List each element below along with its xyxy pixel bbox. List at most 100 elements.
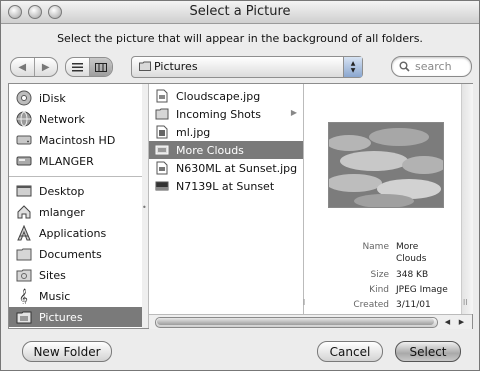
dialog-prompt: Select the picture that will appear in t… <box>57 32 423 45</box>
idisk-icon <box>16 90 32 106</box>
meta-size-value: 348 KB <box>396 270 429 280</box>
meta-size-label: Size <box>370 270 389 280</box>
window-title: Select a Picture <box>189 4 291 19</box>
sidebar-item-mlanger-home[interactable]: mlanger <box>9 202 142 222</box>
desktop-icon <box>16 185 32 197</box>
sidebar-item-label: Desktop <box>39 184 85 198</box>
sidebar-item-label: iDisk <box>39 91 66 105</box>
search-field[interactable]: search <box>391 56 472 77</box>
file-name: N630ML at Sunset.jpg <box>176 161 298 175</box>
file-item-ml-jpg[interactable]: ml.jpg <box>149 123 303 141</box>
meta-name-label: Name <box>362 242 389 252</box>
list-view-icon <box>71 62 83 71</box>
file-item-n630ml[interactable]: N630ML at Sunset.jpg <box>149 159 303 177</box>
splitter-grip-icon: • <box>142 203 147 212</box>
chevron-right-icon: ▶ <box>290 108 297 117</box>
back-forward-buttons: ◀ ▶ <box>10 57 58 77</box>
select-button[interactable]: Select <box>395 341 461 362</box>
sidebar-item-sites[interactable]: Sites <box>9 265 142 285</box>
file-item-more-clouds[interactable]: More Clouds <box>149 141 303 159</box>
sidebar: iDisk Network Macintosh HD MLANGER Deskt… <box>9 84 143 328</box>
select-picture-dialog: Select a Picture Select the picture that… <box>0 0 480 371</box>
sidebar-item-macintosh-hd[interactable]: Macintosh HD <box>9 130 142 150</box>
file-browser: iDisk Network Macintosh HD MLANGER Deskt… <box>8 83 473 329</box>
column-view-icon <box>94 62 107 72</box>
meta-name-value-1: More <box>396 242 419 252</box>
file-name: Incoming Shots <box>176 107 261 121</box>
location-popup[interactable]: Pictures ▲ ▼ <box>131 56 363 78</box>
sidebar-item-label: Documents <box>39 247 102 261</box>
folder-icon <box>155 108 169 120</box>
sidebar-splitter[interactable]: • <box>142 84 149 328</box>
image-file-icon <box>156 125 168 139</box>
title-bar: Select a Picture <box>1 1 479 24</box>
scroll-grip-icon: ll <box>463 298 468 307</box>
toolbar: ◀ ▶ Pictures ▲ ▼ search <box>1 53 479 81</box>
picture-preview-thumbnail <box>328 122 444 208</box>
file-name: More Clouds <box>176 143 244 157</box>
music-icon: 𝄞 <box>19 288 28 304</box>
search-placeholder: search <box>415 60 452 73</box>
pictures-icon <box>16 311 32 324</box>
vertical-scrollbar[interactable]: ll <box>461 84 473 314</box>
sidebar-item-label: Pictures <box>39 310 83 324</box>
new-folder-button[interactable]: New Folder <box>22 341 112 362</box>
sidebar-item-label: Macintosh HD <box>39 133 116 147</box>
file-name: ml.jpg <box>176 125 211 139</box>
list-view-button[interactable] <box>66 58 89 76</box>
horizontal-scrollbar[interactable]: ◀ ▶ <box>149 314 472 329</box>
sidebar-item-label: Music <box>39 289 71 303</box>
image-file-icon <box>155 145 169 155</box>
image-file-icon <box>156 161 168 175</box>
clouds-image <box>329 123 443 207</box>
forward-arrow-icon: ▶ <box>41 61 50 73</box>
file-item-n7139l[interactable]: N7139L at Sunset <box>149 177 303 195</box>
svg-text:𝄞: 𝄞 <box>19 288 28 304</box>
preview-pane: Name More Clouds Size 348 KB Kind JPEG I… <box>306 84 461 314</box>
disk-icon <box>16 156 32 166</box>
sidebar-item-pictures[interactable]: Pictures <box>9 307 142 327</box>
sites-icon <box>16 269 32 282</box>
sidebar-item-label: mlanger <box>39 205 85 219</box>
sidebar-item-applications[interactable]: Applications <box>9 223 142 243</box>
image-file-icon <box>155 181 169 191</box>
column-view-button[interactable] <box>88 58 112 76</box>
scroll-thumb[interactable] <box>157 318 434 325</box>
meta-name-value-2: Clouds <box>396 254 427 264</box>
sidebar-item-label: Applications <box>39 226 107 240</box>
forward-button[interactable]: ▶ <box>33 58 58 76</box>
scroll-left-arrow-icon[interactable]: ◀ <box>441 316 454 328</box>
file-item-incoming-shots[interactable]: Incoming Shots ▶ <box>149 105 303 123</box>
location-label: Pictures <box>154 60 198 73</box>
file-name: N7139L at Sunset <box>176 179 275 193</box>
sidebar-item-music[interactable]: 𝄞 Music <box>9 286 142 306</box>
back-button[interactable]: ◀ <box>11 58 34 76</box>
sidebar-item-label: MLANGER <box>39 154 94 168</box>
file-item-cloudscape[interactable]: Cloudscape.jpg <box>149 87 303 105</box>
applications-icon <box>17 225 31 241</box>
meta-kind-value: JPEG Image <box>396 285 448 295</box>
view-mode-buttons <box>65 57 113 77</box>
search-icon <box>399 61 410 72</box>
sidebar-item-desktop[interactable]: Desktop <box>9 181 142 201</box>
documents-icon <box>16 248 32 261</box>
popup-arrows-icon: ▲ ▼ <box>343 57 362 77</box>
hard-disk-icon <box>16 135 32 145</box>
home-icon <box>17 205 31 219</box>
folder-icon <box>139 61 151 71</box>
meta-kind-label: Kind <box>369 285 389 295</box>
sidebar-item-mlanger-disk[interactable]: MLANGER <box>9 151 142 171</box>
sidebar-item-label: Sites <box>39 268 66 282</box>
sidebar-item-label: Network <box>39 112 85 126</box>
file-column: Cloudscape.jpg Incoming Shots ▶ ml.jpg M… <box>149 84 304 314</box>
meta-created-value: 3/11/01 <box>396 300 431 310</box>
scroll-right-arrow-icon[interactable]: ▶ <box>455 316 468 328</box>
sidebar-divider <box>9 176 142 177</box>
sidebar-item-network[interactable]: Network <box>9 109 142 129</box>
image-file-icon <box>156 89 168 103</box>
sidebar-item-documents[interactable]: Documents <box>9 244 142 264</box>
meta-created-label: Created <box>353 300 389 310</box>
cancel-button[interactable]: Cancel <box>317 341 383 362</box>
sidebar-item-idisk[interactable]: iDisk <box>9 88 142 108</box>
back-arrow-icon: ◀ <box>18 61 27 73</box>
